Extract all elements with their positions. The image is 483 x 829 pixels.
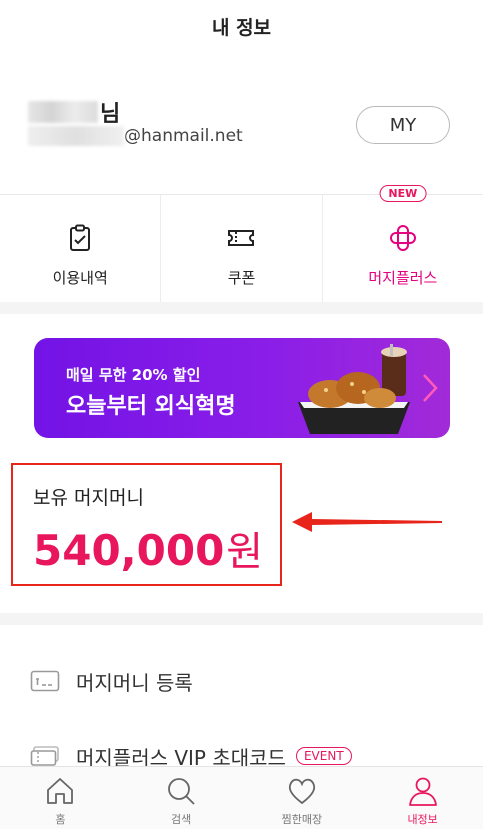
page-title: 내 정보: [211, 16, 272, 39]
section-divider: [0, 613, 483, 625]
menu-item-register-money[interactable]: 머지머니 등록: [0, 656, 483, 706]
balance-box: 보유 머지머니 540,000 원: [11, 463, 282, 586]
promo-banner[interactable]: 매일 무한 20% 할인 오늘부터 외식혁명: [34, 338, 450, 438]
quick-menu-merge-plus[interactable]: NEW 머지플러스: [323, 185, 483, 302]
banner-subtitle: 매일 무한 20% 할인: [66, 366, 201, 384]
home-icon: [47, 778, 74, 804]
tab-my-info[interactable]: 내정보: [362, 767, 483, 829]
quick-menu-usage-history[interactable]: 이용내역: [0, 195, 162, 302]
merge-plus-icon: [389, 225, 416, 251]
header-bar: 내 정보: [0, 0, 483, 52]
clipboard-icon: [70, 224, 91, 251]
quick-menu-label: 머지플러스: [368, 269, 438, 287]
tab-label: 홈: [55, 813, 66, 826]
tab-label: 찜한매장: [281, 813, 323, 826]
tab-home[interactable]: 홈: [0, 767, 121, 829]
quick-menu-label: 쿠폰: [227, 269, 256, 287]
card-icon: [30, 670, 60, 692]
tab-label: 검색: [171, 813, 192, 826]
banner-title: 오늘부터 외식혁명: [66, 394, 236, 419]
blurred-email: [28, 126, 124, 146]
name-suffix: 님: [100, 102, 121, 127]
my-button[interactable]: MY: [356, 106, 450, 144]
email-domain: @hanmail.net: [124, 126, 243, 146]
profile-section: 님 @hanmail.net MY: [0, 80, 483, 180]
heart-icon: [288, 778, 316, 805]
user-email: @hanmail.net: [28, 126, 243, 146]
blurred-name: [28, 101, 98, 123]
menu-item-label: 머지머니 등록: [76, 670, 193, 695]
tab-label: 내정보: [407, 813, 438, 826]
user-name: 님: [28, 96, 120, 128]
event-badge: EVENT: [295, 747, 352, 765]
tab-search[interactable]: 검색: [121, 767, 242, 829]
chevron-right-icon: [423, 374, 438, 402]
quick-menu-coupon[interactable]: 쿠폰: [161, 195, 323, 302]
balance-unit: 원: [226, 529, 264, 575]
bottom-tab-bar: 홈 검색 찜한매장 내정보: [0, 766, 483, 829]
new-badge: NEW: [379, 185, 427, 202]
tab-favorites[interactable]: 찜한매장: [242, 767, 363, 829]
balance-amount: 540,000 원: [33, 519, 263, 577]
balance-number: 540,000: [33, 526, 225, 575]
quick-menu: 이용내역 쿠폰 NEW 머지플러스: [0, 185, 483, 302]
fried-chicken-image: [298, 344, 410, 434]
person-icon: [408, 777, 437, 806]
ticket-icon: [228, 230, 255, 246]
section-divider: [0, 302, 483, 314]
annotation-arrow-icon: [292, 512, 442, 532]
ticket-stack-icon: [30, 746, 59, 766]
quick-menu-label: 이용내역: [52, 269, 108, 287]
search-icon: [168, 778, 195, 805]
balance-label: 보유 머지머니: [33, 487, 144, 509]
